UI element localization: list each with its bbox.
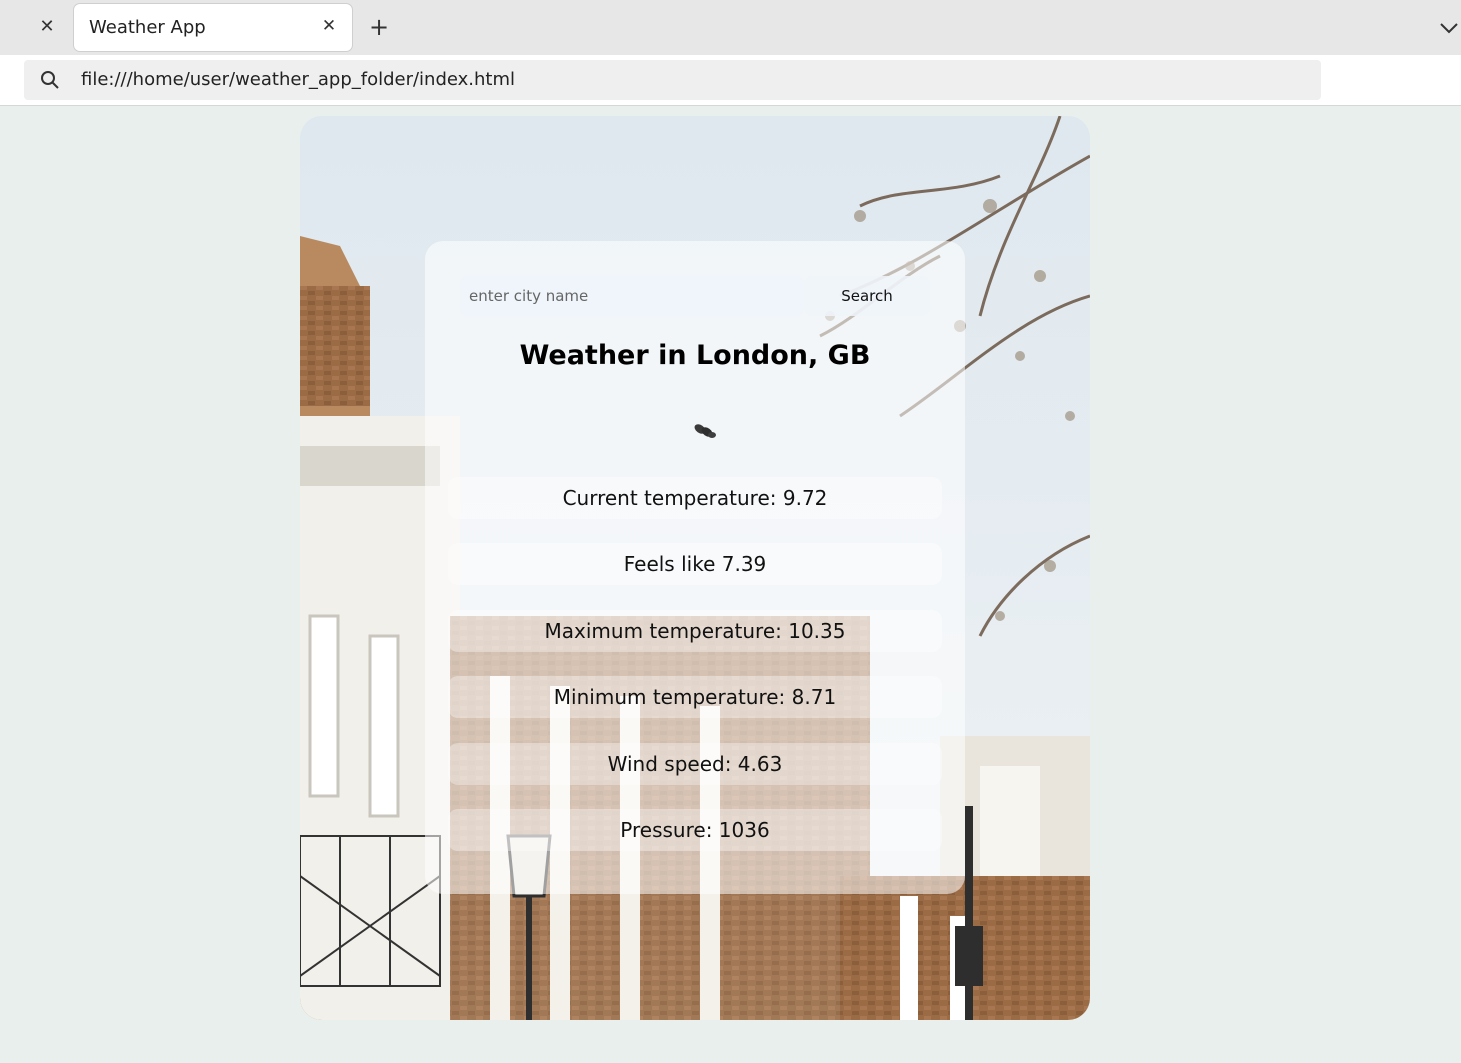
max-temperature: Maximum temperature: 10.35 bbox=[448, 610, 942, 652]
url-text: file:///home/user/weather_app_folder/ind… bbox=[81, 69, 516, 90]
chevron-down-icon[interactable] bbox=[1437, 16, 1461, 40]
tab-title: Weather App bbox=[89, 17, 206, 38]
close-icon[interactable]: ✕ bbox=[34, 14, 60, 40]
feels-like: Feels like 7.39 bbox=[448, 543, 942, 585]
search-icon bbox=[40, 70, 60, 90]
tab-bar: ✕ Weather App ✕ + bbox=[0, 0, 1461, 55]
current-temperature: Current temperature: 9.72 bbox=[448, 477, 942, 519]
search-button[interactable]: Search bbox=[804, 276, 930, 316]
pressure: Pressure: 1036 bbox=[448, 809, 942, 851]
browser-toolbar: file:///home/user/weather_app_folder/ind… bbox=[0, 55, 1461, 106]
min-temperature: Minimum temperature: 8.71 bbox=[448, 676, 942, 718]
wind-speed: Wind speed: 4.63 bbox=[448, 743, 942, 785]
new-tab-icon[interactable]: + bbox=[366, 14, 392, 40]
broken-clouds-icon bbox=[690, 417, 720, 443]
address-bar[interactable]: file:///home/user/weather_app_folder/ind… bbox=[24, 60, 1321, 100]
tab-weather-app[interactable]: Weather App ✕ bbox=[74, 4, 352, 51]
tab-close-icon[interactable]: ✕ bbox=[318, 15, 340, 37]
city-search-input[interactable] bbox=[460, 276, 804, 316]
weather-title: Weather in London, GB bbox=[519, 340, 871, 371]
